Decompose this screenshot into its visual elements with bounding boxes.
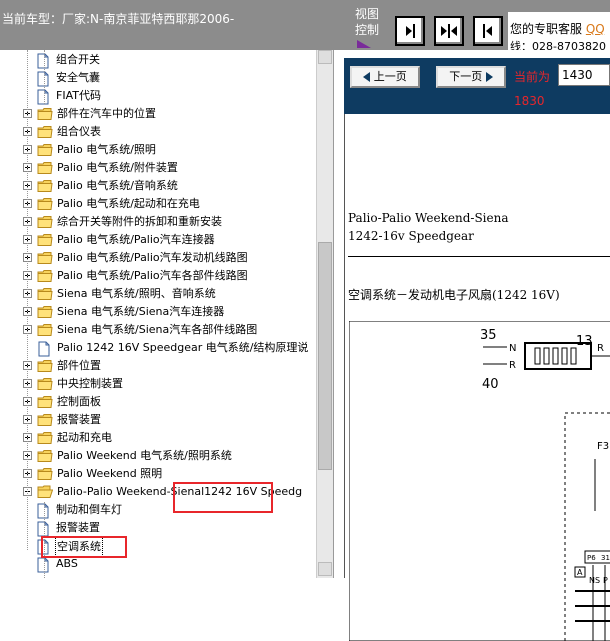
split-view-button[interactable] [434, 16, 464, 46]
tree-item-label: 控制面板 [57, 395, 101, 408]
support-qq-link[interactable]: QQ [586, 22, 605, 36]
collapse-right-icon [483, 24, 492, 38]
view-control-label: 视图控制 [355, 6, 385, 48]
folder-icon [37, 377, 53, 391]
highlight-box-parent [173, 482, 273, 513]
diagram-label-31: 31 [601, 554, 610, 562]
tree-item-label: 综合开关等附件的拆卸和重新安装 [57, 215, 222, 228]
arrow-left-icon [363, 72, 371, 82]
flag-icon [357, 40, 371, 48]
tree-item-label: 组合开关 [56, 53, 100, 66]
diagram-label-35: 35 [480, 328, 497, 343]
tree-item-label: Siena 电气系统/Siena汽车连接器 [57, 305, 225, 318]
current-page-label: 当前为 [514, 70, 551, 84]
doc-engine-line: 1242-16v Speedgear [348, 229, 474, 243]
diagram-label-ns: NS [589, 576, 600, 585]
tree-item-label: 部件在汽车中的位置 [57, 107, 156, 120]
scroll-thumb[interactable] [318, 242, 332, 470]
tree-item-label: 制动和倒车灯 [56, 503, 122, 516]
diagram-pin-r-right: R [597, 343, 604, 354]
diagram-label-p6: P6 [587, 554, 596, 562]
folder-icon [37, 251, 53, 265]
support-panel: 您的专职客服 QQ 线：028-8703820 [508, 12, 610, 50]
tree-item-label: 安全气囊 [56, 71, 100, 84]
folder-open-icon [37, 485, 54, 499]
folder-icon [37, 143, 53, 157]
folder-icon [37, 197, 53, 211]
current-vehicle-label: 当前车型：厂家:N-南京菲亚特西耶那2006- [2, 12, 235, 26]
tree-item-label: 报警装置 [56, 521, 100, 534]
doc-model-line: Palio-Palio Weekend-Siena [348, 211, 509, 225]
prev-page-button[interactable]: 上一页 [350, 66, 420, 88]
tree-item-label: Siena 电气系统/Siena汽车各部件线路图 [57, 323, 258, 336]
tree-connector [44, 50, 45, 104]
wiring-diagram: 35 40 13 N R R F3 P6 31 A NS P [349, 321, 610, 641]
scroll-down-icon[interactable] [318, 562, 332, 576]
diagram-label-a: A [577, 568, 583, 577]
tree-view: 组合开关安全气囊 FIAT代码部件在汽车中的位置 组合仪表 Palio 电气系统/照明… [0, 50, 334, 578]
folder-icon [37, 107, 53, 121]
folder-icon [37, 161, 53, 175]
tree-item-label: 组合仪表 [57, 125, 101, 138]
folder-icon [37, 215, 53, 229]
folder-icon [37, 395, 53, 409]
tree-item-label: Palio 电气系统/附件装置 [57, 161, 178, 174]
folder-icon [37, 125, 53, 139]
document-icon [37, 341, 53, 357]
tree-item-label: FIAT代码 [56, 89, 101, 102]
tree-item-label: Palio Weekend 电气系统/照明系统 [57, 449, 232, 462]
folder-icon [37, 287, 53, 301]
tree-item-label: 起动和充电 [57, 431, 112, 444]
folder-icon [37, 467, 53, 481]
viewer-pane: 上一页 下一页 当前为 1430 1830 Palio-Palio Weeken… [344, 50, 610, 641]
diagram-label-40: 40 [482, 377, 499, 392]
folder-icon [37, 305, 53, 319]
split-view-icon [441, 24, 457, 38]
doc-section-title: 空调系统－发动机电子风扇(1242 16V) [348, 288, 560, 302]
folder-icon [37, 323, 53, 337]
tree-item-label: 部件位置 [57, 359, 101, 372]
tree-item-label: Palio 电气系统/Palio汽车连接器 [57, 233, 215, 246]
page-navigation: 上一页 下一页 当前为 1430 1830 [344, 58, 610, 114]
document-page: Palio-Palio Weekend-Siena 1242-16v Speed… [344, 114, 610, 641]
current-page-input[interactable]: 1430 [558, 64, 610, 86]
support-label: 您的专职客服 [510, 22, 583, 36]
collapse-left-button[interactable] [395, 16, 425, 46]
tree-item-label: Palio 电气系统/音响系统 [57, 179, 178, 192]
tree-item-label: 报警装置 [57, 413, 101, 426]
tree-connector [27, 50, 28, 550]
folder-icon [37, 269, 53, 283]
folder-icon [37, 449, 53, 463]
tree-item-label: Palio 电气系统/起动和在充电 [57, 197, 200, 210]
diagram-label-f3: F3 [597, 441, 609, 452]
arrow-right-icon [485, 72, 493, 82]
support-phone: 线：028-8703820 [510, 40, 606, 50]
diagram-pin-n: N [509, 343, 516, 354]
folder-icon [37, 233, 53, 247]
tree-item-label: 中央控制装置 [57, 377, 123, 390]
diagram-pin-r: R [509, 360, 516, 371]
tree-item-label: Palio Weekend 照明 [57, 467, 163, 480]
next-page-button[interactable]: 下一页 [436, 66, 506, 88]
total-pages: 1830 [514, 94, 545, 108]
collapse-right-button[interactable] [473, 16, 503, 46]
folder-icon [37, 431, 53, 445]
tree-item-label: Palio 1242 16V Speedgear 电气系统/结构原理说 [57, 341, 309, 354]
folder-icon [37, 179, 53, 193]
tree-item-label: Palio 电气系统/Palio汽车发动机线路图 [57, 251, 248, 264]
tree-item-label: Palio 电气系统/照明 [57, 143, 156, 156]
tree-scrollbar[interactable] [316, 50, 333, 578]
collapse-left-icon [406, 24, 415, 38]
folder-icon [37, 413, 53, 427]
scroll-up-icon[interactable] [318, 50, 332, 64]
top-bar: 当前车型：厂家:N-南京菲亚特西耶那2006- 视图控制 您的专职客服 QQ 线… [0, 0, 610, 50]
tree-item-label: Palio 电气系统/Palio汽车各部件线路图 [57, 269, 248, 282]
doc-divider [348, 256, 610, 257]
tree-item-label: Siena 电气系统/照明、音响系统 [57, 287, 216, 300]
highlight-box-selected [41, 536, 127, 558]
folder-icon [37, 359, 53, 373]
